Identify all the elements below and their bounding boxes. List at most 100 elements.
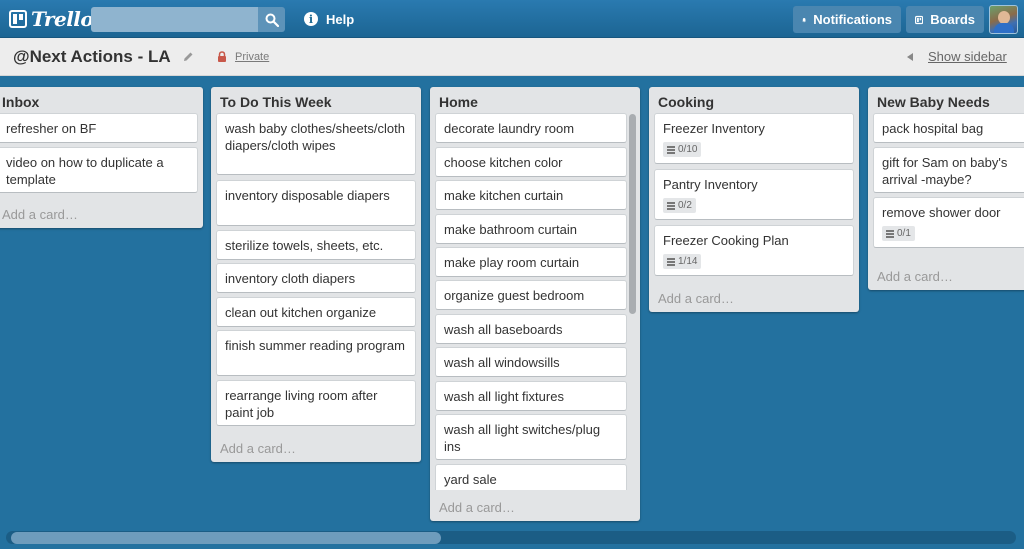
- show-sidebar-link[interactable]: Show sidebar: [928, 49, 1007, 64]
- list-card[interactable]: wash all windowsills: [435, 347, 627, 377]
- card-title: wash all light fixtures: [444, 389, 564, 404]
- boards-icon: [915, 15, 924, 24]
- list-home: Home decorate laundry room choose kitche…: [430, 87, 640, 521]
- list-card[interactable]: pack hospital bag: [873, 113, 1024, 143]
- checklist-count: 1/14: [678, 256, 698, 267]
- card-title: wash all baseboards: [444, 322, 563, 337]
- list-card[interactable]: decorate laundry room: [435, 113, 627, 143]
- list-card[interactable]: wash all light fixtures: [435, 381, 627, 411]
- list-card[interactable]: make bathroom curtain: [435, 214, 627, 244]
- add-card-link[interactable]: Add a card…: [439, 500, 515, 515]
- checklist-icon: [667, 201, 675, 210]
- list-card[interactable]: refresher on BF: [0, 113, 198, 143]
- checklist-icon: [667, 257, 675, 266]
- help-button[interactable]: i Help: [304, 9, 354, 29]
- list-card[interactable]: wash all baseboards: [435, 314, 627, 344]
- list-cooking: Cooking Freezer Inventory 0/10 Pantry In…: [649, 87, 859, 312]
- list-card[interactable]: video on how to duplicate a template: [0, 147, 198, 193]
- card-title: Freezer Cooking Plan: [663, 233, 789, 248]
- card-title: inventory disposable diapers: [225, 188, 390, 203]
- info-icon: i: [304, 12, 318, 26]
- add-card-link[interactable]: Add a card…: [220, 441, 296, 456]
- top-navigation-bar: Trello i Help Notifications Boards: [0, 0, 1024, 38]
- list-card[interactable]: sterilize towels, sheets, etc.: [216, 230, 416, 260]
- list-title[interactable]: Inbox: [2, 94, 39, 110]
- card-title: pack hospital bag: [882, 121, 984, 136]
- list-card[interactable]: organize guest bedroom: [435, 280, 627, 310]
- avatar[interactable]: [989, 5, 1018, 34]
- add-card-link[interactable]: Add a card…: [658, 291, 734, 306]
- board-title[interactable]: @Next Actions - LA: [13, 47, 171, 67]
- list-card[interactable]: inventory cloth diapers: [216, 263, 416, 293]
- trello-logo-icon: [9, 10, 27, 28]
- list-card[interactable]: remove shower door 0/1: [873, 197, 1024, 248]
- card-title: organize guest bedroom: [444, 288, 585, 303]
- list-card[interactable]: clean out kitchen organize: [216, 297, 416, 327]
- card-title: Pantry Inventory: [663, 177, 758, 192]
- list-card[interactable]: wash baby clothes/sheets/cloth diapers/c…: [216, 113, 416, 175]
- card-title: wash baby clothes/sheets/cloth diapers/c…: [225, 121, 405, 153]
- horizontal-scrollbar-thumb[interactable]: [11, 532, 441, 544]
- list-card[interactable]: finish summer reading program: [216, 330, 416, 376]
- card-title: remove shower door: [882, 205, 1001, 220]
- card-title: yard sale: [444, 472, 497, 487]
- checklist-badge: 0/1: [882, 226, 915, 241]
- list-card[interactable]: yard sale: [435, 464, 627, 490]
- list-card[interactable]: inventory disposable diapers: [216, 180, 416, 226]
- card-title: sterilize towels, sheets, etc.: [225, 238, 384, 253]
- card-title: make play room curtain: [444, 255, 580, 270]
- list-to-do-this-week: To Do This Week wash baby clothes/sheets…: [211, 87, 421, 462]
- card-title: Freezer Inventory: [663, 121, 765, 136]
- lock-icon: [218, 51, 226, 62]
- board-header: @Next Actions - LA Private Show sidebar: [0, 38, 1024, 76]
- search-icon: [265, 13, 279, 27]
- card-title: refresher on BF: [6, 121, 97, 136]
- list-card[interactable]: Pantry Inventory 0/2: [654, 169, 854, 220]
- list-scrollbar[interactable]: [629, 114, 636, 314]
- list-card[interactable]: rearrange living room after paint job: [216, 380, 416, 426]
- pencil-icon[interactable]: [183, 51, 194, 62]
- card-title: choose kitchen color: [444, 155, 563, 170]
- checklist-badge: 0/10: [663, 142, 702, 157]
- list-inbox: Inbox refresher on BF video on how to du…: [0, 87, 203, 228]
- checklist-icon: [886, 229, 894, 238]
- add-card-link[interactable]: Add a card…: [877, 269, 953, 284]
- list-title[interactable]: New Baby Needs: [877, 94, 990, 110]
- list-title[interactable]: To Do This Week: [220, 94, 332, 110]
- checklist-badge: 1/14: [663, 254, 702, 269]
- notifications-button[interactable]: Notifications: [793, 6, 901, 33]
- card-title: make kitchen curtain: [444, 188, 564, 203]
- list-card[interactable]: make play room curtain: [435, 247, 627, 277]
- checklist-count: 0/2: [678, 200, 692, 211]
- checklist-badge: 0/2: [663, 198, 696, 213]
- list-new-baby-needs: New Baby Needs pack hospital bag gift fo…: [868, 87, 1024, 290]
- card-title: inventory cloth diapers: [225, 271, 356, 286]
- list-title[interactable]: Cooking: [658, 94, 714, 110]
- card-title: decorate laundry room: [444, 121, 575, 136]
- boards-label: Boards: [930, 12, 975, 27]
- card-title: video on how to duplicate a template: [6, 155, 164, 187]
- list-card[interactable]: wash all light switches/plug ins: [435, 414, 627, 460]
- help-label: Help: [326, 11, 355, 27]
- boards-button[interactable]: Boards: [906, 6, 984, 33]
- list-title[interactable]: Home: [439, 94, 478, 110]
- visibility-link[interactable]: Private: [235, 51, 269, 63]
- add-card-link[interactable]: Add a card…: [2, 207, 78, 222]
- trello-logo[interactable]: Trello: [9, 7, 94, 31]
- list-card[interactable]: choose kitchen color: [435, 147, 627, 177]
- list-card[interactable]: Freezer Inventory 0/10: [654, 113, 854, 164]
- search-input[interactable]: [91, 7, 258, 32]
- checklist-count: 0/1: [897, 228, 911, 239]
- avatar-body: [994, 23, 1014, 33]
- card-title: gift for Sam on baby's arrival -maybe?: [882, 155, 1008, 187]
- list-card[interactable]: Freezer Cooking Plan 1/14: [654, 225, 854, 276]
- card-title: rearrange living room after paint job: [225, 388, 378, 420]
- search-button[interactable]: [258, 7, 285, 32]
- card-title: wash all light switches/plug ins: [444, 422, 601, 454]
- notifications-label: Notifications: [813, 12, 892, 27]
- checklist-icon: [667, 145, 675, 154]
- list-card[interactable]: make kitchen curtain: [435, 180, 627, 210]
- card-title: wash all windowsills: [444, 355, 560, 370]
- list-card[interactable]: gift for Sam on baby's arrival -maybe?: [873, 147, 1024, 193]
- checklist-count: 0/10: [678, 144, 698, 155]
